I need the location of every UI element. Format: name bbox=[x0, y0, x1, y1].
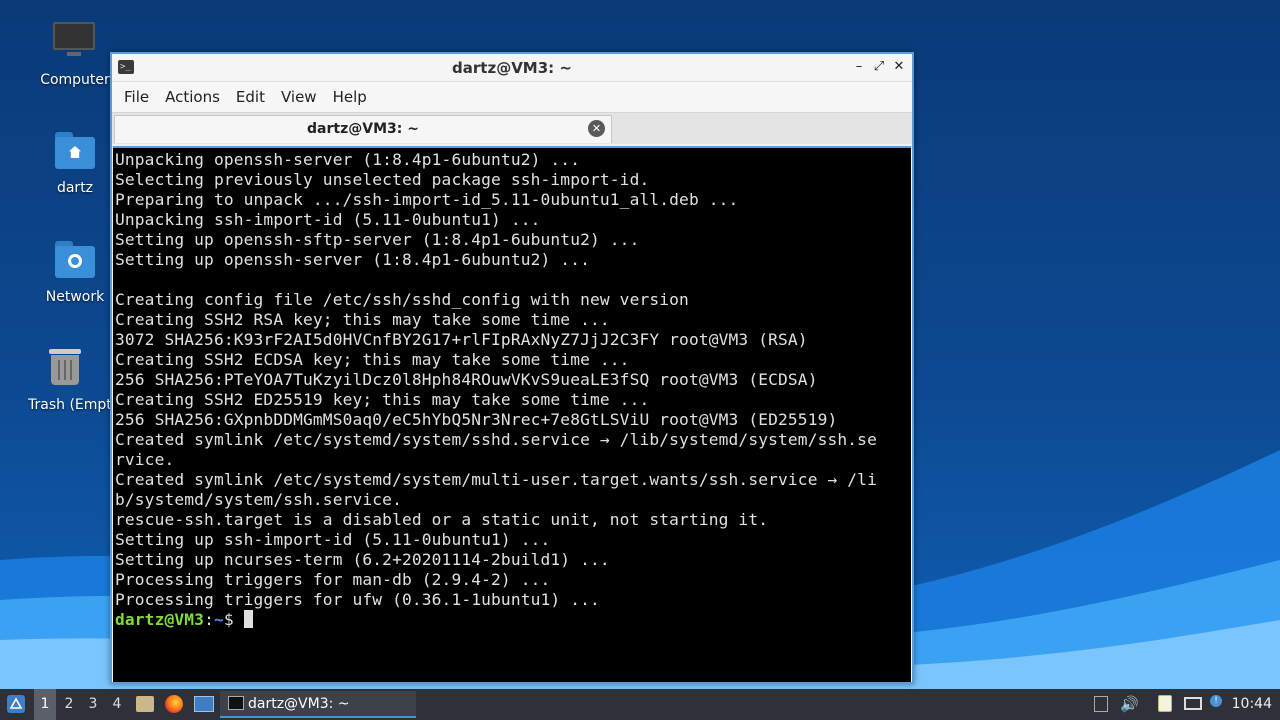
tab-close-icon[interactable]: ✕ bbox=[588, 120, 605, 137]
tab-bar: dartz@VM3: ~ ✕ bbox=[112, 112, 912, 144]
file-manager-launcher[interactable] bbox=[134, 689, 156, 720]
taskbar-task-terminal[interactable]: dartz@VM3: ~ bbox=[220, 691, 416, 718]
network-folder-icon bbox=[51, 237, 99, 285]
terminal-line: Creating SSH2 ECDSA key; this may take s… bbox=[115, 350, 630, 369]
terminal-line: rvice. bbox=[115, 450, 175, 469]
network-status-icon[interactable] bbox=[1184, 695, 1202, 713]
workspace-3[interactable]: 3 bbox=[82, 689, 104, 720]
terminal-line: Processing triggers for ufw (0.36.1-1ubu… bbox=[115, 590, 600, 609]
workspace-1[interactable]: 1 bbox=[34, 689, 56, 720]
file-manager-icon bbox=[136, 696, 154, 712]
firefox-icon bbox=[165, 695, 183, 713]
desktop-icon-trash[interactable]: Trash (Empty) bbox=[20, 345, 110, 413]
workspace-2[interactable]: 2 bbox=[58, 689, 80, 720]
terminal-line: Created symlink /etc/systemd/system/mult… bbox=[115, 470, 877, 489]
lubuntu-logo-icon bbox=[7, 695, 25, 713]
prompt-symbol: $ bbox=[223, 610, 244, 629]
tab-title: dartz@VM3: ~ bbox=[307, 121, 419, 137]
terminal-line: 256 SHA256:GXpnbDDMGmMS0aq0/eC5hYbQ5Nr3N… bbox=[115, 410, 838, 429]
terminal-prompt: dartz@VM3:~$ bbox=[115, 610, 911, 630]
close-button[interactable]: ✕ bbox=[890, 58, 908, 76]
text-cursor bbox=[243, 610, 253, 628]
terminal-icon bbox=[228, 696, 244, 710]
window-titlebar[interactable]: >_ dartz@VM3: ~ – ⤢ ✕ bbox=[112, 54, 912, 82]
terminal-line: Preparing to unpack .../ssh-import-id_5.… bbox=[115, 190, 739, 209]
show-desktop-launcher[interactable] bbox=[192, 689, 216, 720]
clock[interactable]: 10:44 bbox=[1232, 689, 1272, 720]
menu-edit[interactable]: Edit bbox=[228, 88, 273, 106]
menu-help[interactable]: Help bbox=[325, 88, 375, 106]
menu-view[interactable]: View bbox=[273, 88, 325, 106]
terminal-line: Created symlink /etc/systemd/system/sshd… bbox=[115, 430, 877, 449]
terminal-line: 256 SHA256:PTeYOA7TuKzyilDcz0l8Hph84ROuw… bbox=[115, 370, 818, 389]
menubar: File Actions Edit View Help bbox=[112, 82, 912, 112]
terminal-line: Unpacking ssh-import-id (5.11-0ubuntu1) … bbox=[115, 210, 541, 229]
taskbar-task-label: dartz@VM3: ~ bbox=[248, 696, 350, 712]
firefox-launcher[interactable] bbox=[162, 689, 186, 720]
terminal-line: Creating SSH2 RSA key; this may take som… bbox=[115, 310, 610, 329]
terminal-line: Setting up openssh-server (1:8.4p1-6ubun… bbox=[115, 250, 590, 269]
window-title: dartz@VM3: ~ bbox=[452, 59, 572, 77]
desktop-icon bbox=[194, 696, 214, 712]
workspace-4[interactable]: 4 bbox=[106, 689, 128, 720]
clipboard-icon[interactable] bbox=[1156, 695, 1174, 713]
tab-terminal[interactable]: dartz@VM3: ~ ✕ bbox=[114, 115, 612, 143]
terminal-line: Setting up ncurses-term (6.2+20201114-2b… bbox=[115, 550, 610, 569]
terminal-line: Setting up openssh-sftp-server (1:8.4p1-… bbox=[115, 230, 640, 249]
desktop-icon-label: Trash (Empty) bbox=[28, 397, 110, 413]
tray-update-icon[interactable] bbox=[1092, 695, 1110, 713]
terminal-line: Selecting previously unselected package … bbox=[115, 170, 650, 189]
minimize-button[interactable]: – bbox=[850, 58, 868, 76]
menu-file[interactable]: File bbox=[116, 88, 157, 106]
terminal-window: >_ dartz@VM3: ~ – ⤢ ✕ File Actions Edit … bbox=[110, 52, 914, 684]
home-folder-icon bbox=[51, 128, 99, 176]
terminal-line: Creating SSH2 ED25519 key; this may take… bbox=[115, 390, 650, 409]
terminal-line: Setting up ssh-import-id (5.11-0ubuntu1)… bbox=[115, 530, 551, 549]
terminal-line: Creating config file /etc/ssh/sshd_confi… bbox=[115, 290, 689, 309]
start-menu-button[interactable] bbox=[2, 689, 30, 720]
trash-icon bbox=[41, 345, 89, 393]
notification-icon[interactable]: ! bbox=[1210, 695, 1228, 713]
terminal-line: Unpacking openssh-server (1:8.4p1-6ubunt… bbox=[115, 150, 581, 169]
terminal-line: 3072 SHA256:K93rF2AI5d0HVCnfBY2G17+rlFIp… bbox=[115, 330, 808, 349]
terminal-line: Processing triggers for man-db (2.9.4-2)… bbox=[115, 570, 551, 589]
maximize-button[interactable]: ⤢ bbox=[870, 58, 888, 76]
prompt-separator: : bbox=[204, 610, 214, 629]
terminal-line: rescue-ssh.target is a disabled or a sta… bbox=[115, 510, 769, 529]
prompt-path: ~ bbox=[213, 610, 224, 629]
menu-actions[interactable]: Actions bbox=[157, 88, 228, 106]
computer-icon bbox=[51, 20, 99, 68]
taskbar: 1 2 3 4 dartz@VM3: ~ 🔊 ! 10:44 bbox=[0, 689, 1280, 720]
terminal-line: b/systemd/system/ssh.service. bbox=[115, 490, 402, 509]
terminal-output[interactable]: Unpacking openssh-server (1:8.4p1-6ubunt… bbox=[113, 146, 911, 682]
volume-icon[interactable]: 🔊 bbox=[1120, 695, 1139, 713]
prompt-user: dartz@VM3 bbox=[115, 610, 205, 629]
